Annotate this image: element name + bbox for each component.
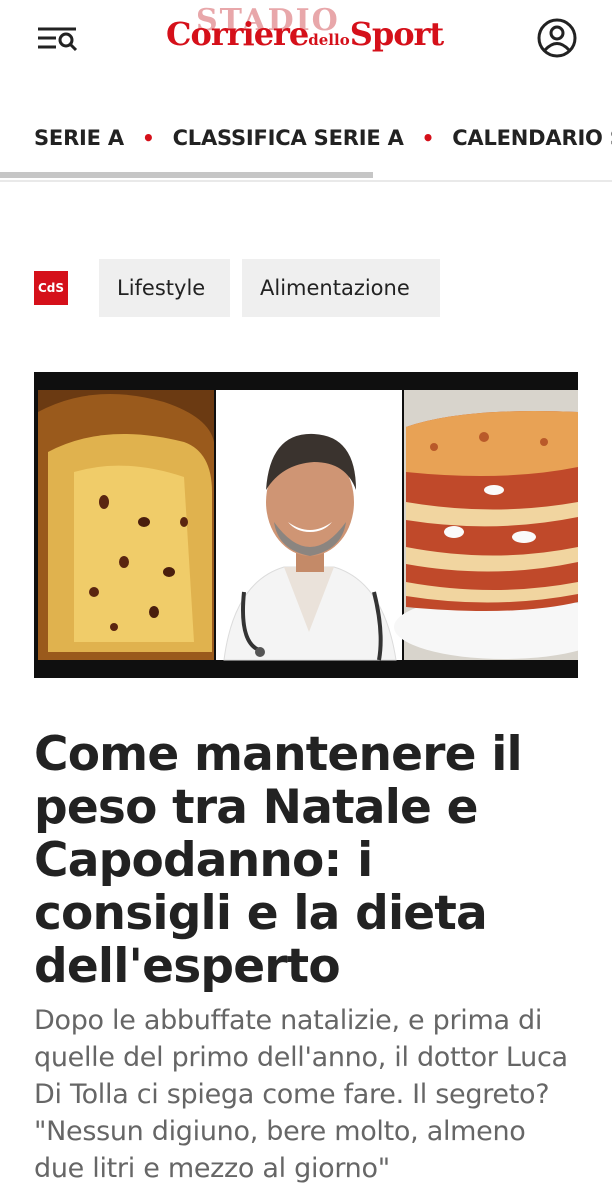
- lasagna-image: [394, 390, 578, 660]
- logo-part-2: dello: [308, 31, 350, 49]
- panettone-image: [38, 390, 214, 660]
- nav-separator-dot: •: [141, 126, 155, 150]
- logo-wordmark: CorrieredelloSport: [166, 15, 444, 53]
- menu-search-icon[interactable]: [34, 20, 82, 56]
- article-hero-image[interactable]: [34, 372, 578, 678]
- nav-track: SERIE A • CLASSIFICA SERIE A • CALENDARIO SE…: [34, 126, 612, 150]
- nav-separator-dot: •: [421, 126, 435, 150]
- cds-badge[interactable]: CdS: [34, 271, 68, 305]
- nav-item-calendario[interactable]: CALENDARIO SERIE A: [452, 126, 612, 150]
- article-title[interactable]: Come mantenere il peso tra Natale e Capo…: [34, 728, 582, 993]
- section-nav: SERIE A • CLASSIFICA SERIE A • CALENDARIO SE…: [0, 96, 612, 182]
- logo-part-3: Sport: [349, 15, 444, 53]
- site-logo[interactable]: STADIO CorrieredelloSport: [166, 6, 446, 68]
- article-summary: Dopo le abbuffate natalizie, e prima di …: [34, 1005, 568, 1184]
- nav-item-serie-a[interactable]: SERIE A: [34, 126, 124, 150]
- doctor-image: [216, 390, 402, 661]
- user-icon[interactable]: [536, 17, 578, 59]
- site-header: STADIO CorrieredelloSport: [0, 0, 612, 80]
- nav-scrollbar[interactable]: [0, 172, 373, 178]
- nav-item-classifica[interactable]: CLASSIFICA SERIE A: [173, 126, 404, 150]
- tag-lifestyle[interactable]: Lifestyle: [99, 259, 230, 317]
- logo-part-1: Corriere: [166, 15, 309, 53]
- tag-alimentazione[interactable]: Alimentazione: [242, 259, 440, 317]
